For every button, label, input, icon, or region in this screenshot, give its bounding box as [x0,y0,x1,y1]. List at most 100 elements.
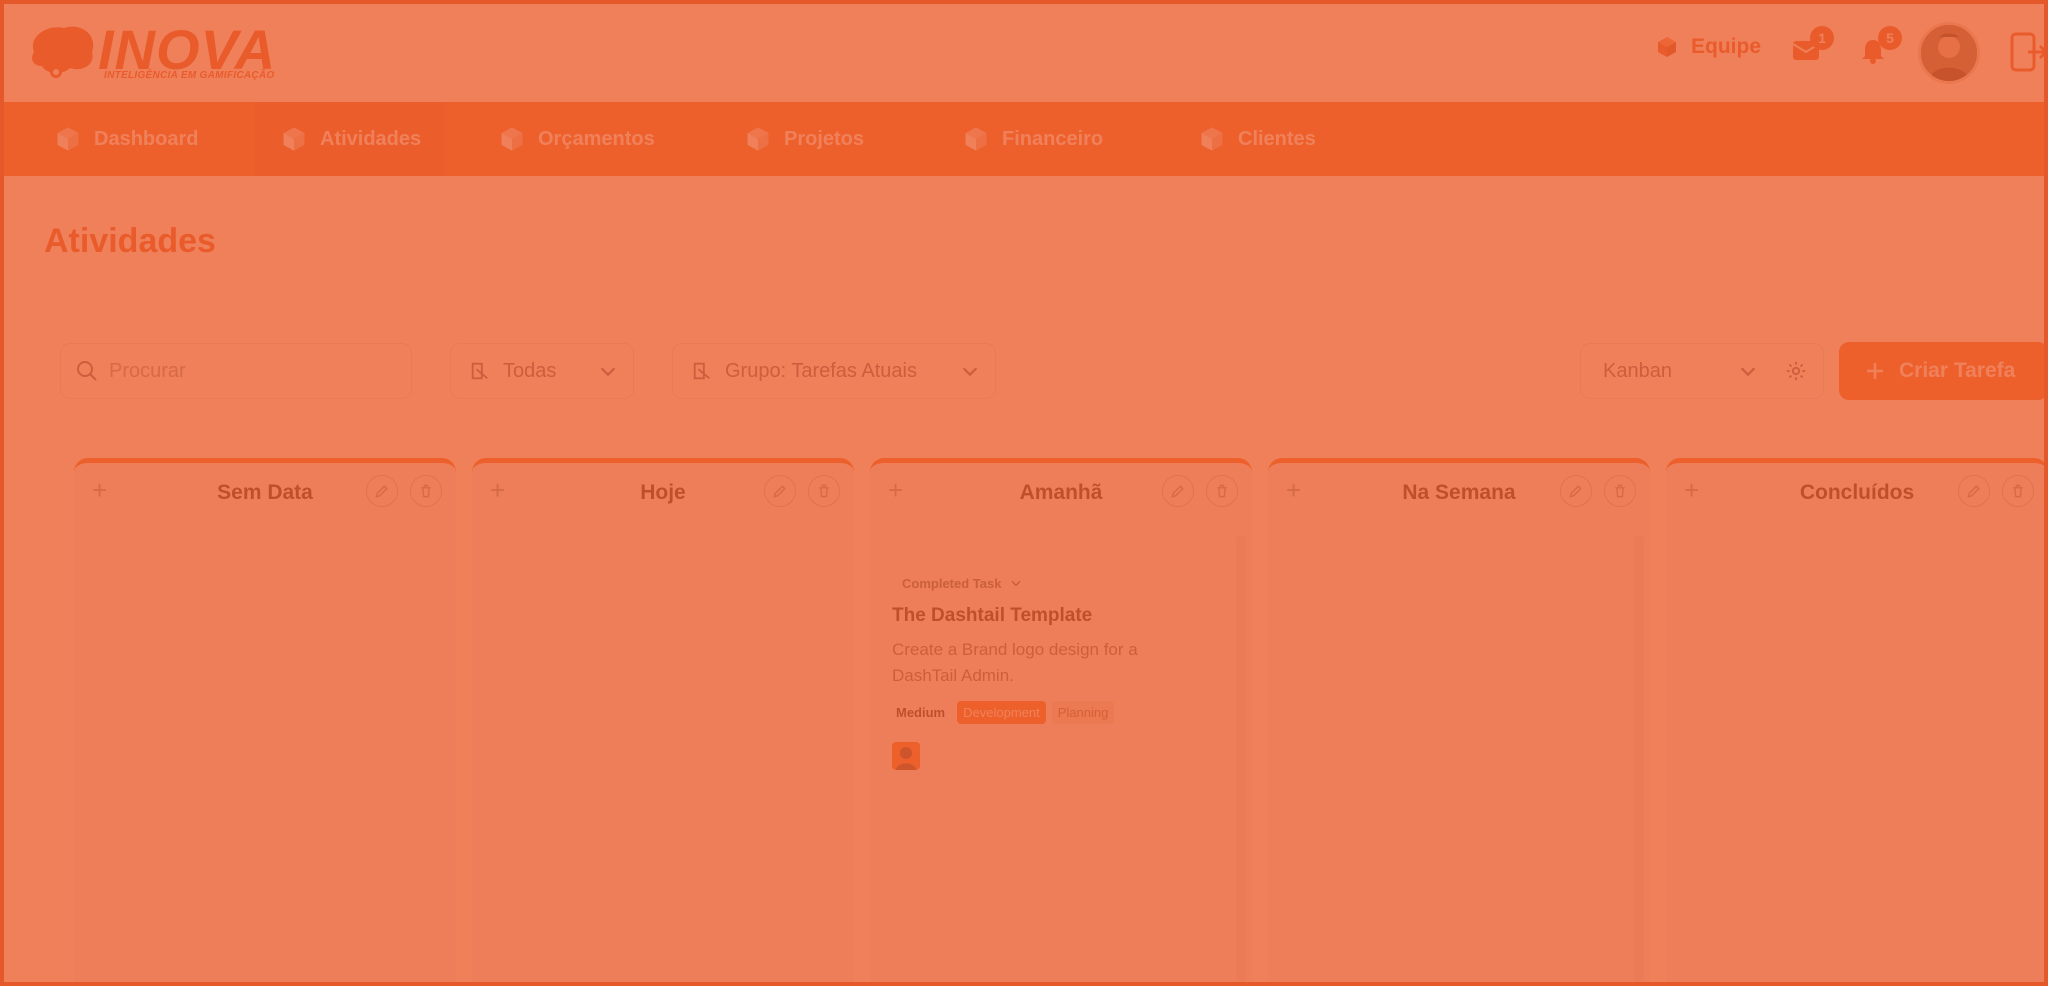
nav-label: Projetos [784,127,865,150]
nav-label: Clientes [1238,127,1316,150]
pencil-icon [375,485,388,498]
pencil-icon [1967,485,1980,498]
trash-icon [421,484,431,498]
task-status: Completed Task [902,575,1002,591]
nav-item-clientes[interactable]: Clientes [1172,102,1372,176]
column-header: + Amanhã [870,463,1252,523]
cube-icon [283,127,305,151]
pencil-icon [1171,485,1184,498]
inova-logo[interactable]: INOVA INTELIGÊNCIA EM GAMIFICAÇÃO [26,20,286,86]
plus-icon [1867,363,1883,379]
trash-icon [1217,484,1227,498]
nav-label: Financeiro [1002,127,1104,150]
cube-icon [1201,127,1223,151]
group-select[interactable]: Grupo: Tarefas Atuais [672,343,996,399]
app-root: INOVA INTELIGÊNCIA EM GAMIFICAÇÃO Equipe… [0,0,2048,986]
cube-icon [747,127,769,151]
gear-icon[interactable] [1785,360,1807,382]
delete-column-button[interactable] [410,475,442,507]
search-box [60,343,412,399]
assignee-avatar[interactable] [892,742,920,770]
task-title: The Dashtail Template [892,605,1093,626]
delete-column-button[interactable] [808,475,840,507]
column-header: + Sem Data [74,463,456,523]
column-title: Hoje [640,481,686,504]
team-label: Equipe [1691,35,1762,58]
logout-icon [2010,32,2048,72]
column-title: Sem Data [217,481,313,504]
kanban-column-sem-data: + Sem Data [74,458,456,986]
trash-icon [1615,484,1625,498]
filter-icon [693,362,710,380]
chevron-down-icon [962,367,978,377]
messages-button[interactable]: 1 [1790,26,1834,70]
nav-item-projetos[interactable]: Projetos [718,102,908,176]
edit-column-button[interactable] [1958,475,1990,507]
kanban-column-na-semana: + Na Semana [1268,458,1650,986]
nav-item-dashboard[interactable]: Dashboard [28,102,248,176]
cube-icon [1658,37,1676,57]
user-portrait-icon [1921,25,1977,81]
chevron-down-icon [1011,580,1022,587]
cube-icon [965,127,987,151]
edit-column-button[interactable] [1560,475,1592,507]
team-button[interactable]: Equipe [1655,30,1761,64]
task-card[interactable]: Completed Task The Dashtail Template Cre… [892,571,1212,801]
pencil-icon [1569,485,1582,498]
search-input[interactable] [109,359,389,383]
filter-select[interactable]: Todas [450,343,634,399]
chevron-down-icon [600,367,616,377]
task-tags: Medium Development Planning [892,701,1212,724]
tag-badge: Development [957,701,1046,724]
nav-label: Dashboard [94,127,199,150]
logout-button[interactable] [2010,30,2048,74]
edit-column-button[interactable] [764,475,796,507]
edit-column-button[interactable] [1162,475,1194,507]
column-scrollbar[interactable] [1634,535,1644,985]
cube-icon [57,127,79,151]
column-header: + Concluídos [1666,463,2048,523]
top-header: INOVA INTELIGÊNCIA EM GAMIFICAÇÃO Equipe… [0,0,2048,102]
nav-item-orcamentos[interactable]: Orçamentos [472,102,692,176]
delete-column-button[interactable] [2002,475,2034,507]
notifications-button[interactable]: 5 [1858,26,1902,70]
view-select[interactable]: Kanban [1580,343,1824,399]
main-nav: Dashboard Atividades Orçamentos Projetos… [0,102,2048,176]
brain-logo-icon [32,26,94,78]
create-task-button[interactable]: Criar Tarefa [1839,342,2048,400]
notifications-badge: 5 [1878,26,1902,50]
view-value: Kanban [1603,359,1672,382]
delete-column-button[interactable] [1604,475,1636,507]
edit-column-button[interactable] [366,475,398,507]
filter-value: Todas [503,359,557,382]
tag-badge: Planning [1051,701,1115,724]
group-value: Grupo: Tarefas Atuais [725,359,917,382]
logo-tagline: INTELIGÊNCIA EM GAMIFICAÇÃO [104,70,275,81]
delete-column-button[interactable] [1206,475,1238,507]
cube-icon [501,127,523,151]
filter-icon [471,362,488,380]
nav-item-atividades[interactable]: Atividades [254,102,444,176]
column-title: Concluídos [1799,481,1915,504]
page-title: Atividades [44,222,216,260]
kanban-column-amanha: + Amanhã Completed Task The Dashtail Tem… [870,458,1252,986]
create-task-label: Criar Tarefa [1899,359,2016,382]
trash-icon [819,484,829,498]
nav-label: Atividades [320,127,422,150]
user-avatar[interactable] [1918,22,1980,84]
kanban-column-concluidos: + Concluídos [1666,458,2048,986]
column-header: + Hoje [472,463,854,523]
chevron-down-icon [1740,367,1756,377]
nav-label: Orçamentos [538,127,655,150]
column-title: Na Semana [1402,481,1516,504]
messages-badge: 1 [1810,26,1834,50]
search-icon [77,361,97,381]
task-description: Create a Brand logo design for a DashTai… [892,640,1138,685]
column-header: + Na Semana [1268,463,1650,523]
task-status-dropdown[interactable]: Completed Task [902,571,1212,595]
user-portrait-icon [896,747,916,770]
nav-item-financeiro[interactable]: Financeiro [936,102,1146,176]
column-scrollbar[interactable] [1236,535,1246,985]
pencil-icon [773,485,786,498]
kanban-column-hoje: + Hoje [472,458,854,986]
